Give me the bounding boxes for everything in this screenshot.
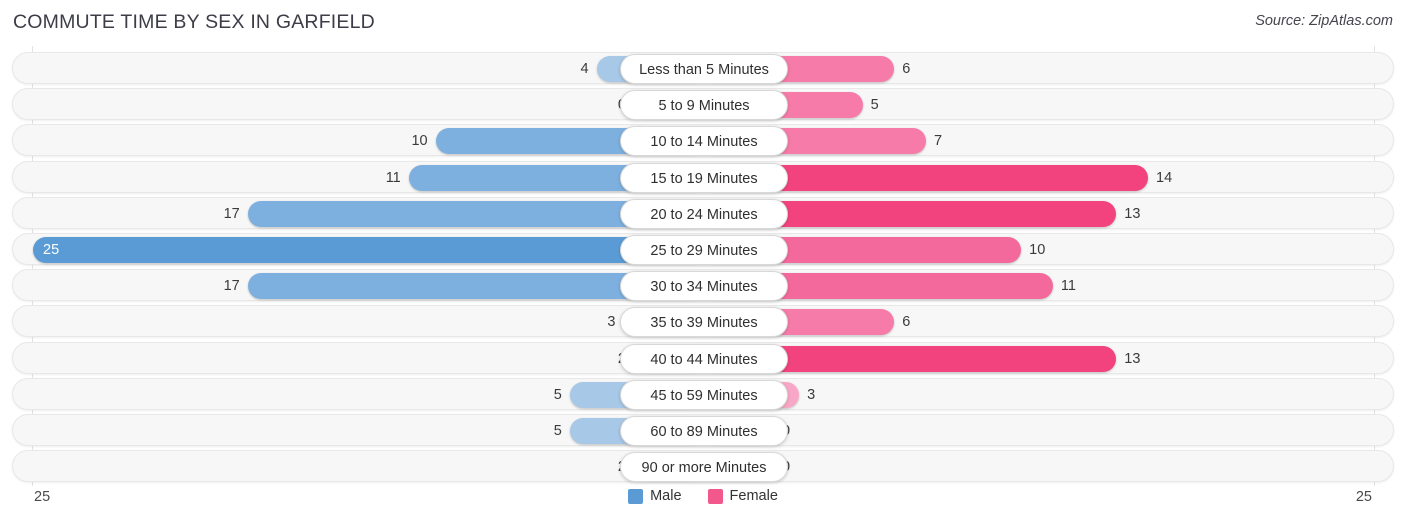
bar-value-female: 3 — [807, 386, 816, 403]
legend-swatch-icon — [628, 488, 644, 504]
chart-legend: Male Female — [0, 488, 1406, 504]
bar-value-male: 25 — [43, 242, 60, 258]
category-label: 45 to 59 Minutes — [620, 379, 788, 410]
bar-value-male: 11 — [385, 169, 401, 186]
bar-value-male: 5 — [553, 423, 562, 439]
chart-row: 17 11 30 to 34 Minutes — [12, 269, 1394, 302]
category-label: 40 to 44 Minutes — [620, 343, 788, 374]
bar-value-male: 2 — [574, 346, 626, 372]
chart-row: 5 3 45 to 59 Minutes — [12, 377, 1394, 410]
legend-label: Female — [729, 488, 778, 504]
chart-header: COMMUTE TIME BY SEX IN GARFIELD Source: … — [0, 0, 1406, 46]
category-label: 30 to 34 Minutes — [620, 271, 788, 302]
bar-value-male: 3 — [607, 314, 616, 331]
bar-value-female: 13 — [1124, 205, 1141, 222]
chart-row: 17 13 20 to 24 Minutes — [12, 196, 1394, 229]
bar-value-female: 0 — [782, 454, 842, 480]
legend-swatch-icon — [707, 488, 723, 504]
bar-male — [33, 237, 704, 263]
category-label: 60 to 89 Minutes — [620, 416, 788, 446]
chart-row: 0 5 5 to 9 Minutes — [12, 88, 1394, 121]
chart-row: 5 060 to 89 Minutes — [12, 414, 1394, 446]
bar-value-female: 11 — [1060, 278, 1076, 295]
chart-footer: 25 25 Male Female — [0, 480, 1406, 523]
category-label: 25 to 29 Minutes — [620, 235, 788, 265]
bar-value-male: 4 — [580, 61, 589, 77]
bar-value-male: 2 — [574, 454, 626, 480]
legend-label: Male — [650, 488, 682, 504]
bar-value-female: 7 — [934, 133, 943, 150]
chart-row: 11 14 15 to 19 Minutes — [12, 160, 1394, 193]
bar-value-female: 6 — [902, 314, 911, 331]
bar-value-male: 0 — [574, 92, 626, 118]
bar-value-female: 0 — [782, 418, 842, 444]
category-label: Less than 5 Minutes — [620, 54, 788, 84]
bar-value-female: 5 — [870, 97, 879, 114]
category-label: 90 or more Minutes — [620, 452, 788, 483]
source-attribution: Source: ZipAtlas.com — [1255, 13, 1393, 29]
category-label: 10 to 14 Minutes — [620, 126, 788, 157]
bar-value-male: 5 — [553, 386, 562, 403]
chart-row: 25 10 25 to 29 Minutes — [12, 233, 1394, 265]
chart-row: 4 6 Less than 5 Minutes — [12, 52, 1394, 84]
category-label: 20 to 24 Minutes — [620, 198, 788, 229]
page-title: COMMUTE TIME BY SEX IN GARFIELD — [13, 11, 375, 33]
bar-value-female: 10 — [1029, 242, 1046, 258]
bar-value-male: 10 — [411, 133, 428, 150]
chart-plot-area: 4 6 Less than 5 Minutes 0 5 5 to 9 Minutes 10 7… — [0, 46, 1406, 486]
chart-row: 2 090 or more Minutes — [12, 450, 1394, 483]
bar-value-female: 14 — [1156, 169, 1173, 186]
category-label: 5 to 9 Minutes — [620, 90, 788, 121]
bar-value-male: 17 — [223, 205, 240, 222]
chart-row: 10 7 10 to 14 Minutes — [12, 124, 1394, 157]
category-label: 15 to 19 Minutes — [620, 162, 788, 193]
bar-value-female: 6 — [902, 61, 911, 77]
category-label: 35 to 39 Minutes — [620, 307, 788, 338]
legend-item[interactable]: Female — [707, 488, 778, 504]
bar-value-male: 17 — [223, 278, 240, 295]
legend-item[interactable]: Male — [628, 488, 682, 504]
bar-value-female: 13 — [1124, 350, 1141, 367]
chart-row: 3 6 35 to 39 Minutes — [12, 305, 1394, 338]
chart-row: 2 13 40 to 44 Minutes — [12, 341, 1394, 374]
